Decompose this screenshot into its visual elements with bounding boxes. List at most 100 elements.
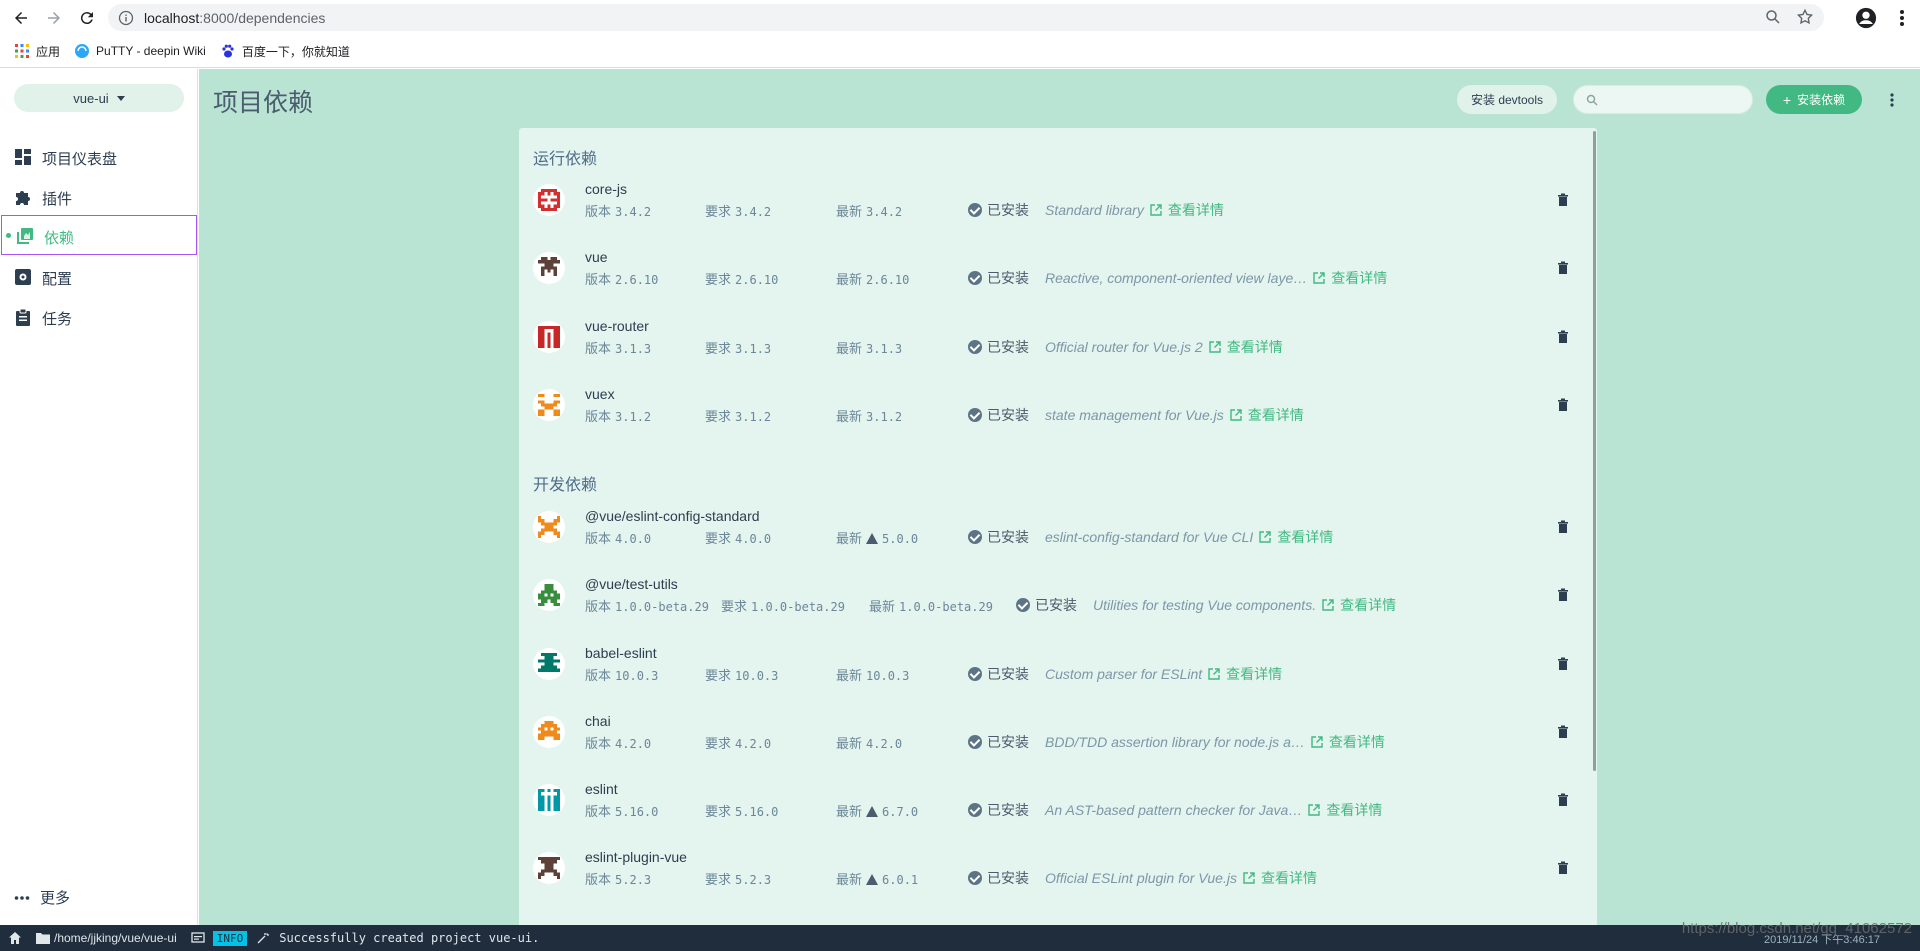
- dependency-row[interactable]: babel-eslint 版本 10.0.3 要求 10.0.3 最新 10.0.3 已安装 C…: [519, 632, 1597, 700]
- sidebar-item-label: 项目仪表盘: [42, 151, 118, 168]
- zoom-icon[interactable]: [1764, 8, 1782, 26]
- arrow-right-icon: [48, 11, 60, 24]
- dependency-row[interactable]: @vue/eslint-config-standard 版本 4.0.0 要求 4.0.…: [519, 495, 1597, 563]
- dependencies-panel: 运行依赖 开发依赖 core-js 版本 3.4.2 要求 3.4.2 最新 3.4.2 已安…: [519, 128, 1597, 925]
- delete-icon[interactable]: [1557, 657, 1569, 671]
- view-details-link[interactable]: 查看详情: [1168, 202, 1224, 218]
- search-input[interactable]: [1604, 91, 1744, 109]
- section-title-dev: 开发依赖: [533, 477, 598, 494]
- dependency-row[interactable]: vue-router 版本 3.1.3 要求 3.1.3 最新 3.1.3 已安装 Offici…: [519, 305, 1597, 373]
- account-icon[interactable]: [1855, 7, 1877, 29]
- more-horiz-icon: [14, 895, 30, 900]
- installed-status: 已安装: [968, 527, 1029, 547]
- sidebar-item-dependencies[interactable]: 依赖: [1, 215, 197, 255]
- open-in-new-icon[interactable]: [1208, 668, 1220, 680]
- bookmark-apps[interactable]: 应用: [14, 43, 60, 60]
- sidebar-more[interactable]: 更多: [14, 887, 70, 908]
- package-description: state management for Vue.js 查看详情: [1045, 407, 1304, 423]
- open-in-new-icon[interactable]: [1308, 804, 1321, 816]
- delete-icon[interactable]: [1557, 330, 1569, 344]
- install-dependency-button[interactable]: + 安装依赖: [1766, 85, 1862, 114]
- view-details-link[interactable]: 查看详情: [1277, 529, 1333, 545]
- view-details-link[interactable]: 查看详情: [1248, 407, 1304, 423]
- sidebar-item-tasks[interactable]: 任务: [0, 297, 198, 337]
- package-name: babel-eslint: [585, 645, 657, 661]
- open-in-new-icon[interactable]: [1322, 599, 1334, 611]
- delete-icon[interactable]: [1557, 261, 1569, 275]
- delete-icon[interactable]: [1557, 725, 1569, 739]
- installed-status: 已安装: [968, 800, 1029, 820]
- open-in-new-icon[interactable]: [1150, 204, 1162, 216]
- project-selector[interactable]: vue-ui: [14, 84, 184, 112]
- open-in-new-icon[interactable]: [1230, 409, 1242, 421]
- page-title: 项目依赖: [213, 89, 314, 117]
- watermark: https://blog.csdn.net/qq_41062572: [1681, 920, 1912, 937]
- view-details-link[interactable]: 查看详情: [1326, 802, 1382, 818]
- reload-button[interactable]: [75, 6, 99, 30]
- forward-button[interactable]: [42, 6, 66, 30]
- delete-icon[interactable]: [1557, 588, 1569, 602]
- dependency-row[interactable]: eslint-plugin-vue 版本 5.2.3 要求 5.2.3 最新 6.0.1 已安…: [519, 836, 1597, 904]
- open-in-new-icon[interactable]: [1313, 272, 1325, 284]
- bookmark-baidu[interactable]: 百度一下，你就知道: [220, 43, 350, 60]
- scrollbar[interactable]: [1593, 131, 1596, 771]
- home-icon[interactable]: [8, 931, 22, 945]
- star-icon[interactable]: [1796, 8, 1814, 26]
- latest-version: 最新 6.0.1: [836, 872, 919, 887]
- view-details-link[interactable]: 查看详情: [1329, 734, 1385, 750]
- delete-icon[interactable]: [1557, 193, 1569, 207]
- delete-icon[interactable]: [1557, 398, 1569, 412]
- dependency-row[interactable]: core-js 版本 3.4.2 要求 3.4.2 最新 3.4.2 已安装 Standard …: [519, 168, 1597, 236]
- package-avatar-icon: [533, 321, 565, 353]
- dependency-row[interactable]: vuex 版本 3.1.2 要求 3.1.2 最新 3.1.2 已安装 state manage…: [519, 373, 1597, 441]
- package-name: chai: [585, 713, 611, 729]
- sidebar-item-plugins[interactable]: 插件: [0, 177, 198, 217]
- open-in-new-icon[interactable]: [1209, 341, 1221, 353]
- delete-icon[interactable]: [1557, 793, 1569, 807]
- more-vert-icon[interactable]: [1884, 89, 1900, 111]
- back-button[interactable]: [9, 6, 33, 30]
- dependency-row[interactable]: @vue/test-utils 版本 1.0.0-beta.29 要求 1.0.0-be…: [519, 563, 1597, 631]
- dependency-row[interactable]: vue 版本 2.6.10 要求 2.6.10 最新 2.6.10 已安装 Reactive, …: [519, 236, 1597, 304]
- latest-version: 最新 6.7.0: [836, 804, 919, 819]
- console-icon[interactable]: [191, 931, 205, 945]
- active-indicator: [6, 233, 11, 238]
- package-avatar-icon: [533, 389, 565, 421]
- bookmark-label: 百度一下，你就知道: [241, 44, 350, 59]
- search-field[interactable]: [1573, 85, 1753, 114]
- view-details-link[interactable]: 查看详情: [1331, 270, 1387, 286]
- installed-status: 已安装: [968, 200, 1029, 220]
- view-details-link[interactable]: 查看详情: [1227, 339, 1283, 355]
- installed-version: 版本 2.6.10: [585, 272, 659, 287]
- required-version: 要求 3.1.2: [705, 409, 772, 424]
- address-bar[interactable]: localhost:8000/dependencies: [108, 4, 1824, 31]
- bookmark-putty[interactable]: PuTTY - deepin Wiki: [74, 43, 206, 59]
- package-avatar-icon: [533, 184, 565, 216]
- delete-icon[interactable]: [1557, 861, 1569, 875]
- package-name: vuex: [585, 386, 615, 402]
- dependency-row[interactable]: chai 版本 4.2.0 要求 4.2.0 最新 4.2.0 已安装 BDD/TDD asse…: [519, 700, 1597, 768]
- url-text: localhost:8000/dependencies: [144, 9, 326, 26]
- dependency-row[interactable]: eslint 版本 5.16.0 要求 5.16.0 最新 6.7.0 已安装 An AST-b…: [519, 768, 1597, 836]
- package-description: BDD/TDD assertion library for node.js a……: [1045, 734, 1385, 750]
- open-in-new-icon[interactable]: [1311, 736, 1323, 748]
- package-description: Utilities for testing Vue components. 查看详…: [1093, 597, 1397, 613]
- install-devtools-button[interactable]: 安装 devtools: [1457, 85, 1557, 114]
- plus-icon: +: [1782, 91, 1792, 108]
- required-version: 要求 5.2.3: [705, 872, 772, 887]
- chrome-menu-icon[interactable]: [1892, 7, 1912, 29]
- project-path[interactable]: /home/jjking/vue/vue-ui: [36, 931, 177, 945]
- open-in-new-icon[interactable]: [1243, 872, 1255, 884]
- more-label: 更多: [40, 890, 71, 907]
- sidebar-item-config[interactable]: 配置: [0, 257, 198, 297]
- view-details-link[interactable]: 查看详情: [1261, 870, 1317, 886]
- sidebar-item-dashboard[interactable]: 项目仪表盘: [0, 137, 198, 177]
- package-avatar-icon: [533, 579, 565, 611]
- required-version: 要求 2.6.10: [705, 272, 779, 287]
- warning-icon: [866, 806, 879, 817]
- open-in-new-icon[interactable]: [1259, 531, 1272, 543]
- view-details-link[interactable]: 查看详情: [1226, 666, 1282, 682]
- view-details-link[interactable]: 查看详情: [1340, 597, 1396, 613]
- installed-status: 已安装: [968, 337, 1029, 357]
- delete-icon[interactable]: [1557, 520, 1569, 534]
